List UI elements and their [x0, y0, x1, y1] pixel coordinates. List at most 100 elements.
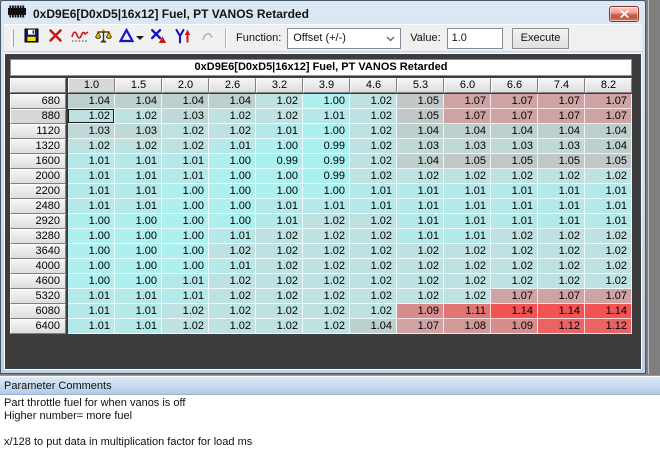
table-cell[interactable]: 1.05 [538, 154, 585, 169]
column-header[interactable]: 3.2 [256, 78, 303, 93]
table-cell[interactable]: 1.14 [538, 304, 585, 319]
table-cell[interactable]: 1.02 [256, 319, 303, 334]
table-cell[interactable]: 1.01 [397, 229, 444, 244]
row-header[interactable]: 4000 [10, 259, 66, 274]
table-cell[interactable]: 1.02 [162, 304, 209, 319]
table-cell[interactable]: 1.02 [397, 244, 444, 259]
table-cell[interactable]: 1.02 [256, 304, 303, 319]
row-header[interactable]: 3280 [10, 229, 66, 244]
table-cell[interactable]: 1.01 [256, 199, 303, 214]
table-cell[interactable]: 1.02 [397, 259, 444, 274]
table-cell[interactable]: 1.02 [491, 169, 538, 184]
table-cell[interactable]: 1.05 [397, 109, 444, 124]
save-button[interactable] [20, 27, 43, 49]
table-cell[interactable]: 1.05 [444, 154, 491, 169]
table-cell[interactable]: 1.05 [585, 154, 632, 169]
table-cell[interactable]: 1.04 [209, 94, 256, 109]
table-cell[interactable]: 1.01 [68, 289, 115, 304]
table-cell[interactable]: 1.02 [115, 139, 162, 154]
table-cell[interactable]: 1.01 [209, 229, 256, 244]
clear-compare-button[interactable] [147, 27, 170, 49]
table-cell[interactable]: 1.00 [162, 184, 209, 199]
column-header[interactable]: 8.2 [585, 78, 632, 93]
table-cell[interactable]: 1.02 [115, 109, 162, 124]
table-cell[interactable]: 1.02 [350, 154, 397, 169]
table-cell[interactable]: 1.01 [538, 184, 585, 199]
column-header[interactable]: 7.4 [538, 78, 585, 93]
table-cell[interactable]: 1.02 [256, 244, 303, 259]
table-cell[interactable]: 1.00 [209, 199, 256, 214]
table-cell[interactable]: 1.01 [397, 214, 444, 229]
table-cell[interactable]: 1.00 [256, 139, 303, 154]
table-cell[interactable]: 1.00 [303, 94, 350, 109]
row-header[interactable]: 680 [10, 94, 66, 109]
table-cell[interactable]: 1.04 [162, 94, 209, 109]
table-cell[interactable]: 1.00 [162, 214, 209, 229]
table-cell[interactable]: 1.04 [397, 154, 444, 169]
table-cell[interactable]: 1.00 [162, 259, 209, 274]
table-cell[interactable]: 1.08 [444, 319, 491, 334]
table-cell[interactable]: 1.02 [303, 274, 350, 289]
table-cell[interactable]: 1.01 [444, 214, 491, 229]
table-cell[interactable]: 1.02 [303, 259, 350, 274]
table-cell[interactable]: 1.01 [115, 154, 162, 169]
table-cell[interactable]: 1.02 [162, 124, 209, 139]
table-cell[interactable]: 1.02 [209, 124, 256, 139]
row-header[interactable]: 2480 [10, 199, 66, 214]
column-header[interactable]: 4.6 [350, 78, 397, 93]
table-cell[interactable]: 1.04 [397, 124, 444, 139]
table-cell[interactable]: 1.02 [350, 124, 397, 139]
table-cell[interactable]: 1.05 [491, 154, 538, 169]
table-cell[interactable]: 1.07 [397, 319, 444, 334]
table-cell[interactable]: 1.00 [303, 124, 350, 139]
trace-button[interactable] [68, 27, 91, 49]
table-cell[interactable]: 1.14 [491, 304, 538, 319]
table-cell[interactable]: 1.02 [256, 109, 303, 124]
table-cell[interactable]: 1.04 [585, 139, 632, 154]
table-cell[interactable]: 1.02 [585, 244, 632, 259]
close-button[interactable] [609, 6, 639, 22]
table-cell[interactable]: 1.07 [491, 94, 538, 109]
table-cell[interactable]: 1.01 [115, 199, 162, 214]
table-cell[interactable]: 1.00 [68, 229, 115, 244]
column-header[interactable]: 6.6 [491, 78, 538, 93]
table-cell[interactable]: 1.01 [162, 169, 209, 184]
row-header[interactable]: 5320 [10, 289, 66, 304]
table-cell[interactable]: 1.01 [585, 184, 632, 199]
table-cell[interactable]: 1.00 [115, 259, 162, 274]
table-cell[interactable]: 1.02 [350, 169, 397, 184]
row-header[interactable]: 2920 [10, 214, 66, 229]
table-cell[interactable]: 0.99 [303, 154, 350, 169]
table-cell[interactable]: 1.02 [303, 244, 350, 259]
row-header[interactable]: 4600 [10, 274, 66, 289]
table-cell[interactable]: 1.02 [350, 304, 397, 319]
table-cell[interactable]: 1.02 [209, 244, 256, 259]
table-cell[interactable]: 1.02 [256, 289, 303, 304]
table-cell[interactable]: 1.00 [68, 259, 115, 274]
table-cell[interactable]: 1.01 [491, 184, 538, 199]
table-cell[interactable]: 1.02 [350, 94, 397, 109]
table-cell[interactable]: 1.03 [162, 109, 209, 124]
row-header[interactable]: 2200 [10, 184, 66, 199]
column-header[interactable]: 1.0 [68, 78, 115, 93]
axis-flip-button[interactable] [171, 27, 194, 49]
table-cell[interactable]: 1.01 [397, 184, 444, 199]
table-cell[interactable]: 1.02 [162, 319, 209, 334]
table-cell[interactable]: 1.02 [68, 139, 115, 154]
table-cell[interactable]: 1.02 [444, 259, 491, 274]
table-cell[interactable]: 1.00 [209, 169, 256, 184]
table-cell[interactable]: 1.02 [491, 244, 538, 259]
table-cell[interactable]: 1.03 [115, 124, 162, 139]
table-cell[interactable]: 1.00 [209, 214, 256, 229]
table-cell[interactable]: 1.00 [209, 184, 256, 199]
table-cell[interactable]: 1.01 [162, 154, 209, 169]
table-cell[interactable]: 1.09 [491, 319, 538, 334]
table-cell[interactable]: 1.02 [350, 109, 397, 124]
table-cell[interactable]: 0.99 [303, 169, 350, 184]
table-cell[interactable]: 1.07 [538, 94, 585, 109]
table-cell[interactable]: 1.02 [491, 274, 538, 289]
table-cell[interactable]: 1.00 [115, 244, 162, 259]
table-cell[interactable]: 1.02 [303, 229, 350, 244]
table-cell[interactable]: 1.03 [491, 139, 538, 154]
table-cell[interactable]: 1.02 [444, 169, 491, 184]
